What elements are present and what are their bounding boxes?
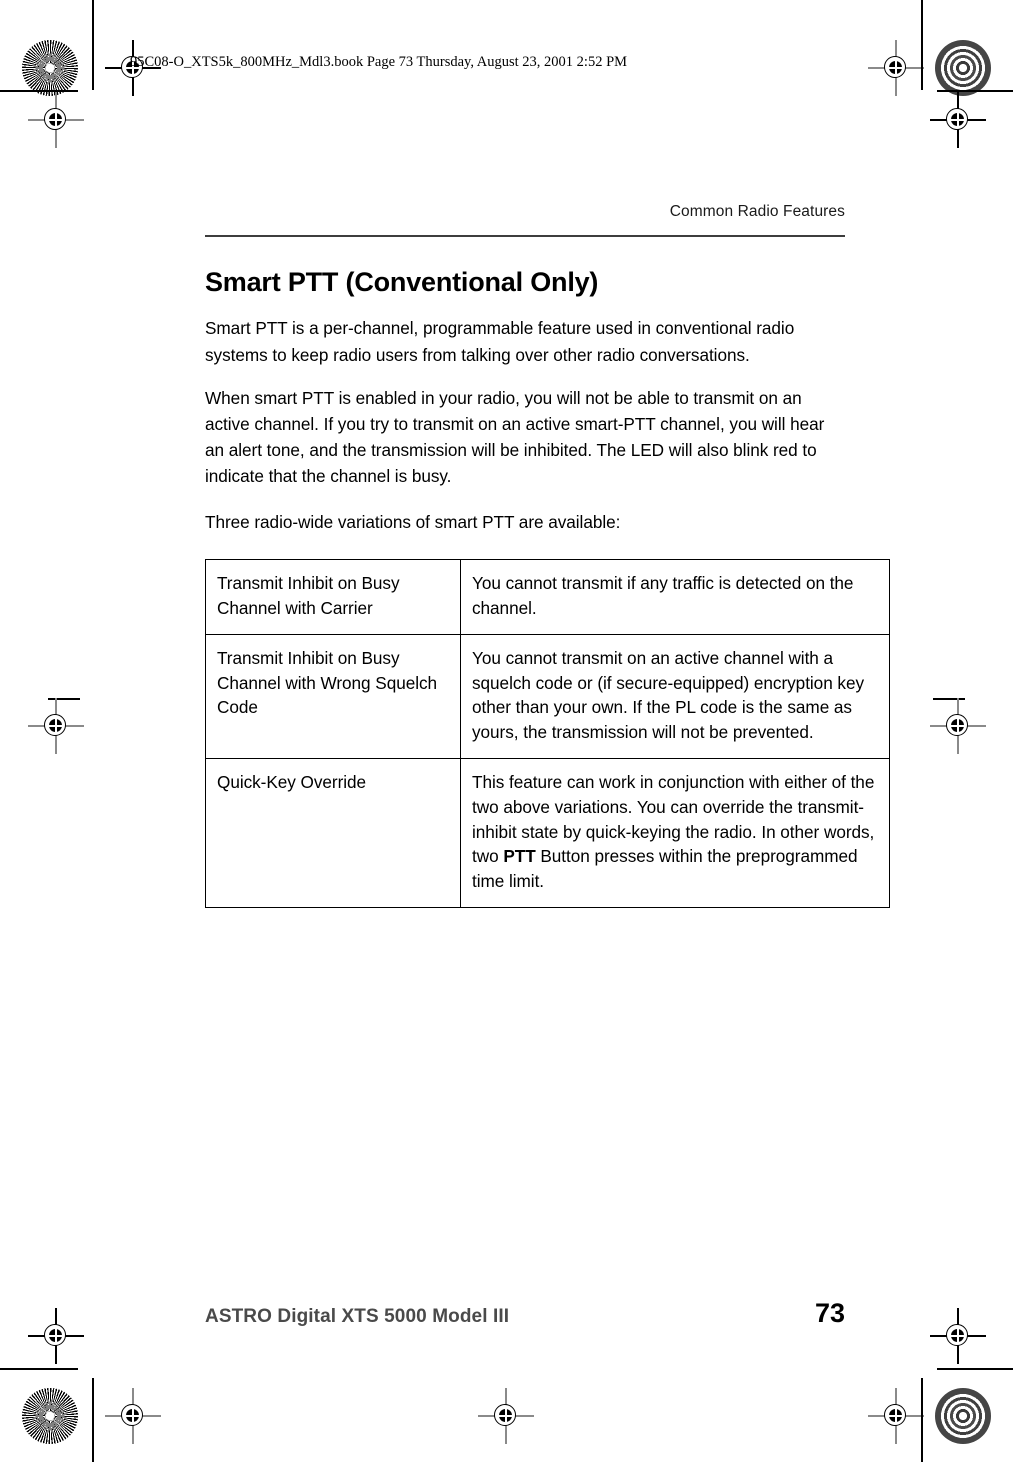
trim-tick-mid-left [48, 698, 80, 700]
registration-mark-mid-left [28, 698, 84, 754]
variation-term: Quick-Key Override [205, 758, 461, 908]
paragraph-intro: Smart PTT is a per-channel, programmable… [205, 318, 795, 365]
concentric-ring-target-top-right [935, 40, 991, 96]
description-text: You cannot transmit on an active channel… [472, 647, 865, 743]
footer-page-number: 73 [814, 1298, 845, 1328]
registration-mark-upper-right-side [930, 92, 986, 148]
registration-mark-bottom-right [868, 1388, 924, 1444]
table-row: Transmit Inhibit on Busy Channel with Wr… [205, 633, 890, 760]
smart-ptt-variations-table: Transmit Inhibit on Busy Channel with Ca… [205, 559, 890, 908]
registration-mark-lower-left-side [28, 1308, 84, 1364]
page-footer: ASTRO Digital XTS 5000 Model III 73 [205, 1298, 845, 1329]
trim-line-top-right-vertical [921, 0, 923, 90]
header-rule [205, 235, 845, 238]
concentric-ring-target-bottom-right [935, 1388, 991, 1444]
trim-line-upper-right-horizontal [937, 90, 1013, 92]
registration-mark-upper-left-side [28, 92, 84, 148]
registration-mark-top-right [868, 40, 924, 96]
description-text: You cannot transmit if any traffic is de… [472, 573, 854, 619]
starburst-resolution-target-bottom-left [22, 1388, 78, 1444]
footer-document-title: ASTRO Digital XTS 5000 Model III [205, 1306, 510, 1327]
page-content: Common Radio Features Smart PTT (Convent… [205, 0, 890, 908]
running-head: Common Radio Features [669, 203, 845, 220]
table-row: Quick-Key Override This feature can work… [205, 758, 890, 908]
registration-mark-mid-right [930, 698, 986, 754]
scanned-manual-page: 95C08-O_XTS5k_800MHz_Mdl3.book Page 73 T… [0, 0, 1013, 1462]
variation-term: Transmit Inhibit on Busy Channel with Ca… [205, 559, 461, 635]
paragraph-variations-lead-in: Three radio-wide variations of smart PTT… [205, 512, 621, 533]
trim-line-lower-left-horizontal [0, 1368, 78, 1370]
trim-tick-mid-right [933, 698, 965, 700]
table-row: Transmit Inhibit on Busy Channel with Ca… [205, 559, 890, 635]
registration-mark-lower-right-side [930, 1308, 986, 1364]
page-title: Smart PTT (Conventional Only) [205, 267, 599, 298]
trim-line-upper-left-horizontal [0, 90, 78, 92]
trim-line-lower-right-horizontal [937, 1368, 1013, 1370]
variation-description: You cannot transmit on an active channel… [460, 633, 890, 760]
variation-term: Transmit Inhibit on Busy Channel with Wr… [205, 633, 461, 760]
trim-line-bottom-left-vertical [92, 1378, 94, 1462]
variation-description: You cannot transmit if any traffic is de… [460, 559, 890, 635]
paragraph-behavior: When smart PTT is enabled in your radio,… [205, 387, 825, 487]
registration-mark-bottom-center [478, 1388, 534, 1444]
starburst-resolution-target-top-left [22, 40, 78, 96]
trim-line-bottom-right-vertical [921, 1378, 923, 1462]
registration-mark-bottom-left [105, 1388, 161, 1444]
trim-line-top-left-vertical [92, 0, 94, 90]
ptt-button-emphasis: PTT [503, 846, 536, 867]
variation-description: This feature can work in conjunction wit… [460, 758, 890, 908]
